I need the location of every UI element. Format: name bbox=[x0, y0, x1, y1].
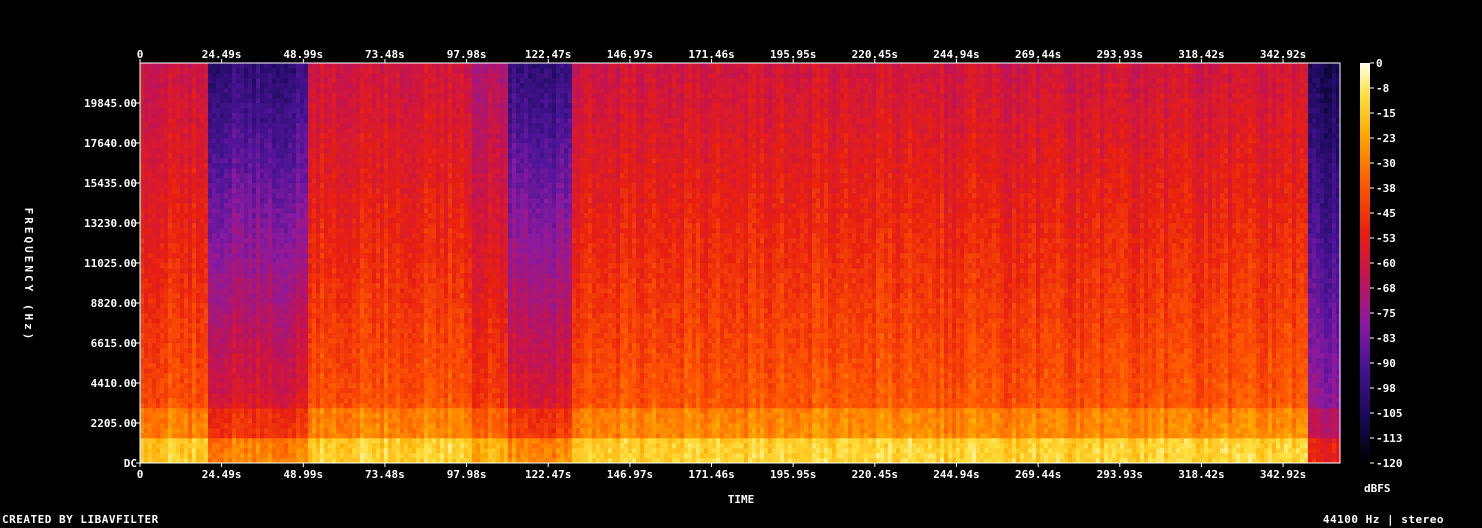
colorbar-tick-label: -15 bbox=[1376, 107, 1396, 120]
x-tick-label-top: 293.93s bbox=[1097, 48, 1143, 61]
y-tick-label: 8820.00 bbox=[91, 297, 137, 310]
colorbar-tick-label: -45 bbox=[1376, 207, 1396, 220]
y-tick-label: 4410.00 bbox=[91, 377, 137, 390]
colorbar-tick-label: -120 bbox=[1376, 457, 1403, 470]
colorbar-tick-label: -68 bbox=[1376, 282, 1396, 295]
x-tick-label-top: 318.42s bbox=[1178, 48, 1224, 61]
x-tick-label-top: 269.44s bbox=[1015, 48, 1061, 61]
x-tick-label-top: 342.92s bbox=[1260, 48, 1306, 61]
y-tick-label: 17640.00 bbox=[84, 137, 137, 150]
colorbar-tick-label: -60 bbox=[1376, 257, 1396, 270]
colorbar-ticks: 0 -8 -15 -23 -30 -38 -45 -53 -60 -68 -75 -83 -90 -98 -… bbox=[1370, 57, 1403, 470]
colorbar-tick-label: 0 bbox=[1376, 57, 1383, 70]
x-tick-label-bottom: 244.94s bbox=[933, 468, 979, 481]
y-ticks: DC 2205.00 4410.00 6615.00 8820.00 11025.00 13… bbox=[84, 97, 140, 470]
x-tick-label-top: 73.48s bbox=[365, 48, 405, 61]
x-tick-label-bottom: 24.49s bbox=[202, 468, 242, 481]
x-ticks-top: 0 24.49s 48.99s 73.48s 97.98s 122.47s 146.97s 1… bbox=[137, 48, 1306, 63]
x-tick-label-top: 195.95s bbox=[770, 48, 816, 61]
x-tick-label-top: 146.97s bbox=[607, 48, 653, 61]
x-tick-label-bottom: 0 bbox=[137, 468, 144, 481]
footer-audio-info: 44100 Hz | stereo bbox=[1323, 513, 1444, 526]
y-tick-label: DC bbox=[124, 457, 137, 470]
x-tick-label-bottom: 318.42s bbox=[1178, 468, 1224, 481]
y-tick-label: 2205.00 bbox=[91, 417, 137, 430]
colorbar-tick-label: -53 bbox=[1376, 232, 1396, 245]
colorbar bbox=[1360, 63, 1370, 463]
colorbar-tick-label: -23 bbox=[1376, 132, 1396, 145]
colorbar-tick-label: -8 bbox=[1376, 82, 1389, 95]
x-tick-label-top: 244.94s bbox=[933, 48, 979, 61]
colorbar-tick-label: -30 bbox=[1376, 157, 1396, 170]
x-tick-label-bottom: 171.46s bbox=[688, 468, 734, 481]
x-tick-label-top: 0 bbox=[137, 48, 144, 61]
x-tick-label-top: 171.46s bbox=[688, 48, 734, 61]
spectrogram-figure: 0 24.49s 48.99s 73.48s 97.98s 122.47s 146.97s 1… bbox=[22, 48, 1403, 506]
x-tick-label-bottom: 122.47s bbox=[525, 468, 571, 481]
colorbar-tick-label: -105 bbox=[1376, 407, 1403, 420]
x-tick-label-top: 48.99s bbox=[283, 48, 323, 61]
colorbar-tick-label: -98 bbox=[1376, 382, 1396, 395]
x-tick-label-bottom: 342.92s bbox=[1260, 468, 1306, 481]
footer-credit: CREATED BY LIBAVFILTER bbox=[2, 513, 159, 526]
x-tick-label-bottom: 97.98s bbox=[447, 468, 487, 481]
colorbar-tick-label: -90 bbox=[1376, 357, 1396, 370]
y-axis-title: FREQUENCY (Hz) bbox=[22, 208, 35, 343]
spectrogram-plot bbox=[140, 63, 1341, 464]
y-tick-label: 13230.00 bbox=[84, 217, 137, 230]
colorbar-tick-label: -83 bbox=[1376, 332, 1396, 345]
x-tick-label-bottom: 195.95s bbox=[770, 468, 816, 481]
x-tick-label-bottom: 48.99s bbox=[283, 468, 323, 481]
x-tick-label-bottom: 146.97s bbox=[607, 468, 653, 481]
spectrogram-cells bbox=[140, 63, 1341, 464]
colorbar-tick-label: -75 bbox=[1376, 307, 1396, 320]
colorbar-tick-label: -113 bbox=[1376, 432, 1403, 445]
x-ticks-bottom: 0 24.49s 48.99s 73.48s 97.98s 122.47s 146.97s 1… bbox=[137, 463, 1306, 481]
y-tick-label: 19845.00 bbox=[84, 97, 137, 110]
y-tick-label: 6615.00 bbox=[91, 337, 137, 350]
x-tick-label-bottom: 293.93s bbox=[1097, 468, 1143, 481]
x-tick-label-bottom: 269.44s bbox=[1015, 468, 1061, 481]
x-tick-label-top: 220.45s bbox=[852, 48, 898, 61]
x-tick-label-bottom: 220.45s bbox=[852, 468, 898, 481]
x-axis-title: TIME bbox=[728, 493, 755, 506]
x-tick-label-top: 24.49s bbox=[202, 48, 242, 61]
y-tick-label: 15435.00 bbox=[84, 177, 137, 190]
y-tick-label: 11025.00 bbox=[84, 257, 137, 270]
colorbar-tick-label: -38 bbox=[1376, 182, 1396, 195]
x-tick-label-top: 122.47s bbox=[525, 48, 571, 61]
colorbar-label: dBFS bbox=[1364, 482, 1391, 495]
x-tick-label-top: 97.98s bbox=[447, 48, 487, 61]
x-tick-label-bottom: 73.48s bbox=[365, 468, 405, 481]
